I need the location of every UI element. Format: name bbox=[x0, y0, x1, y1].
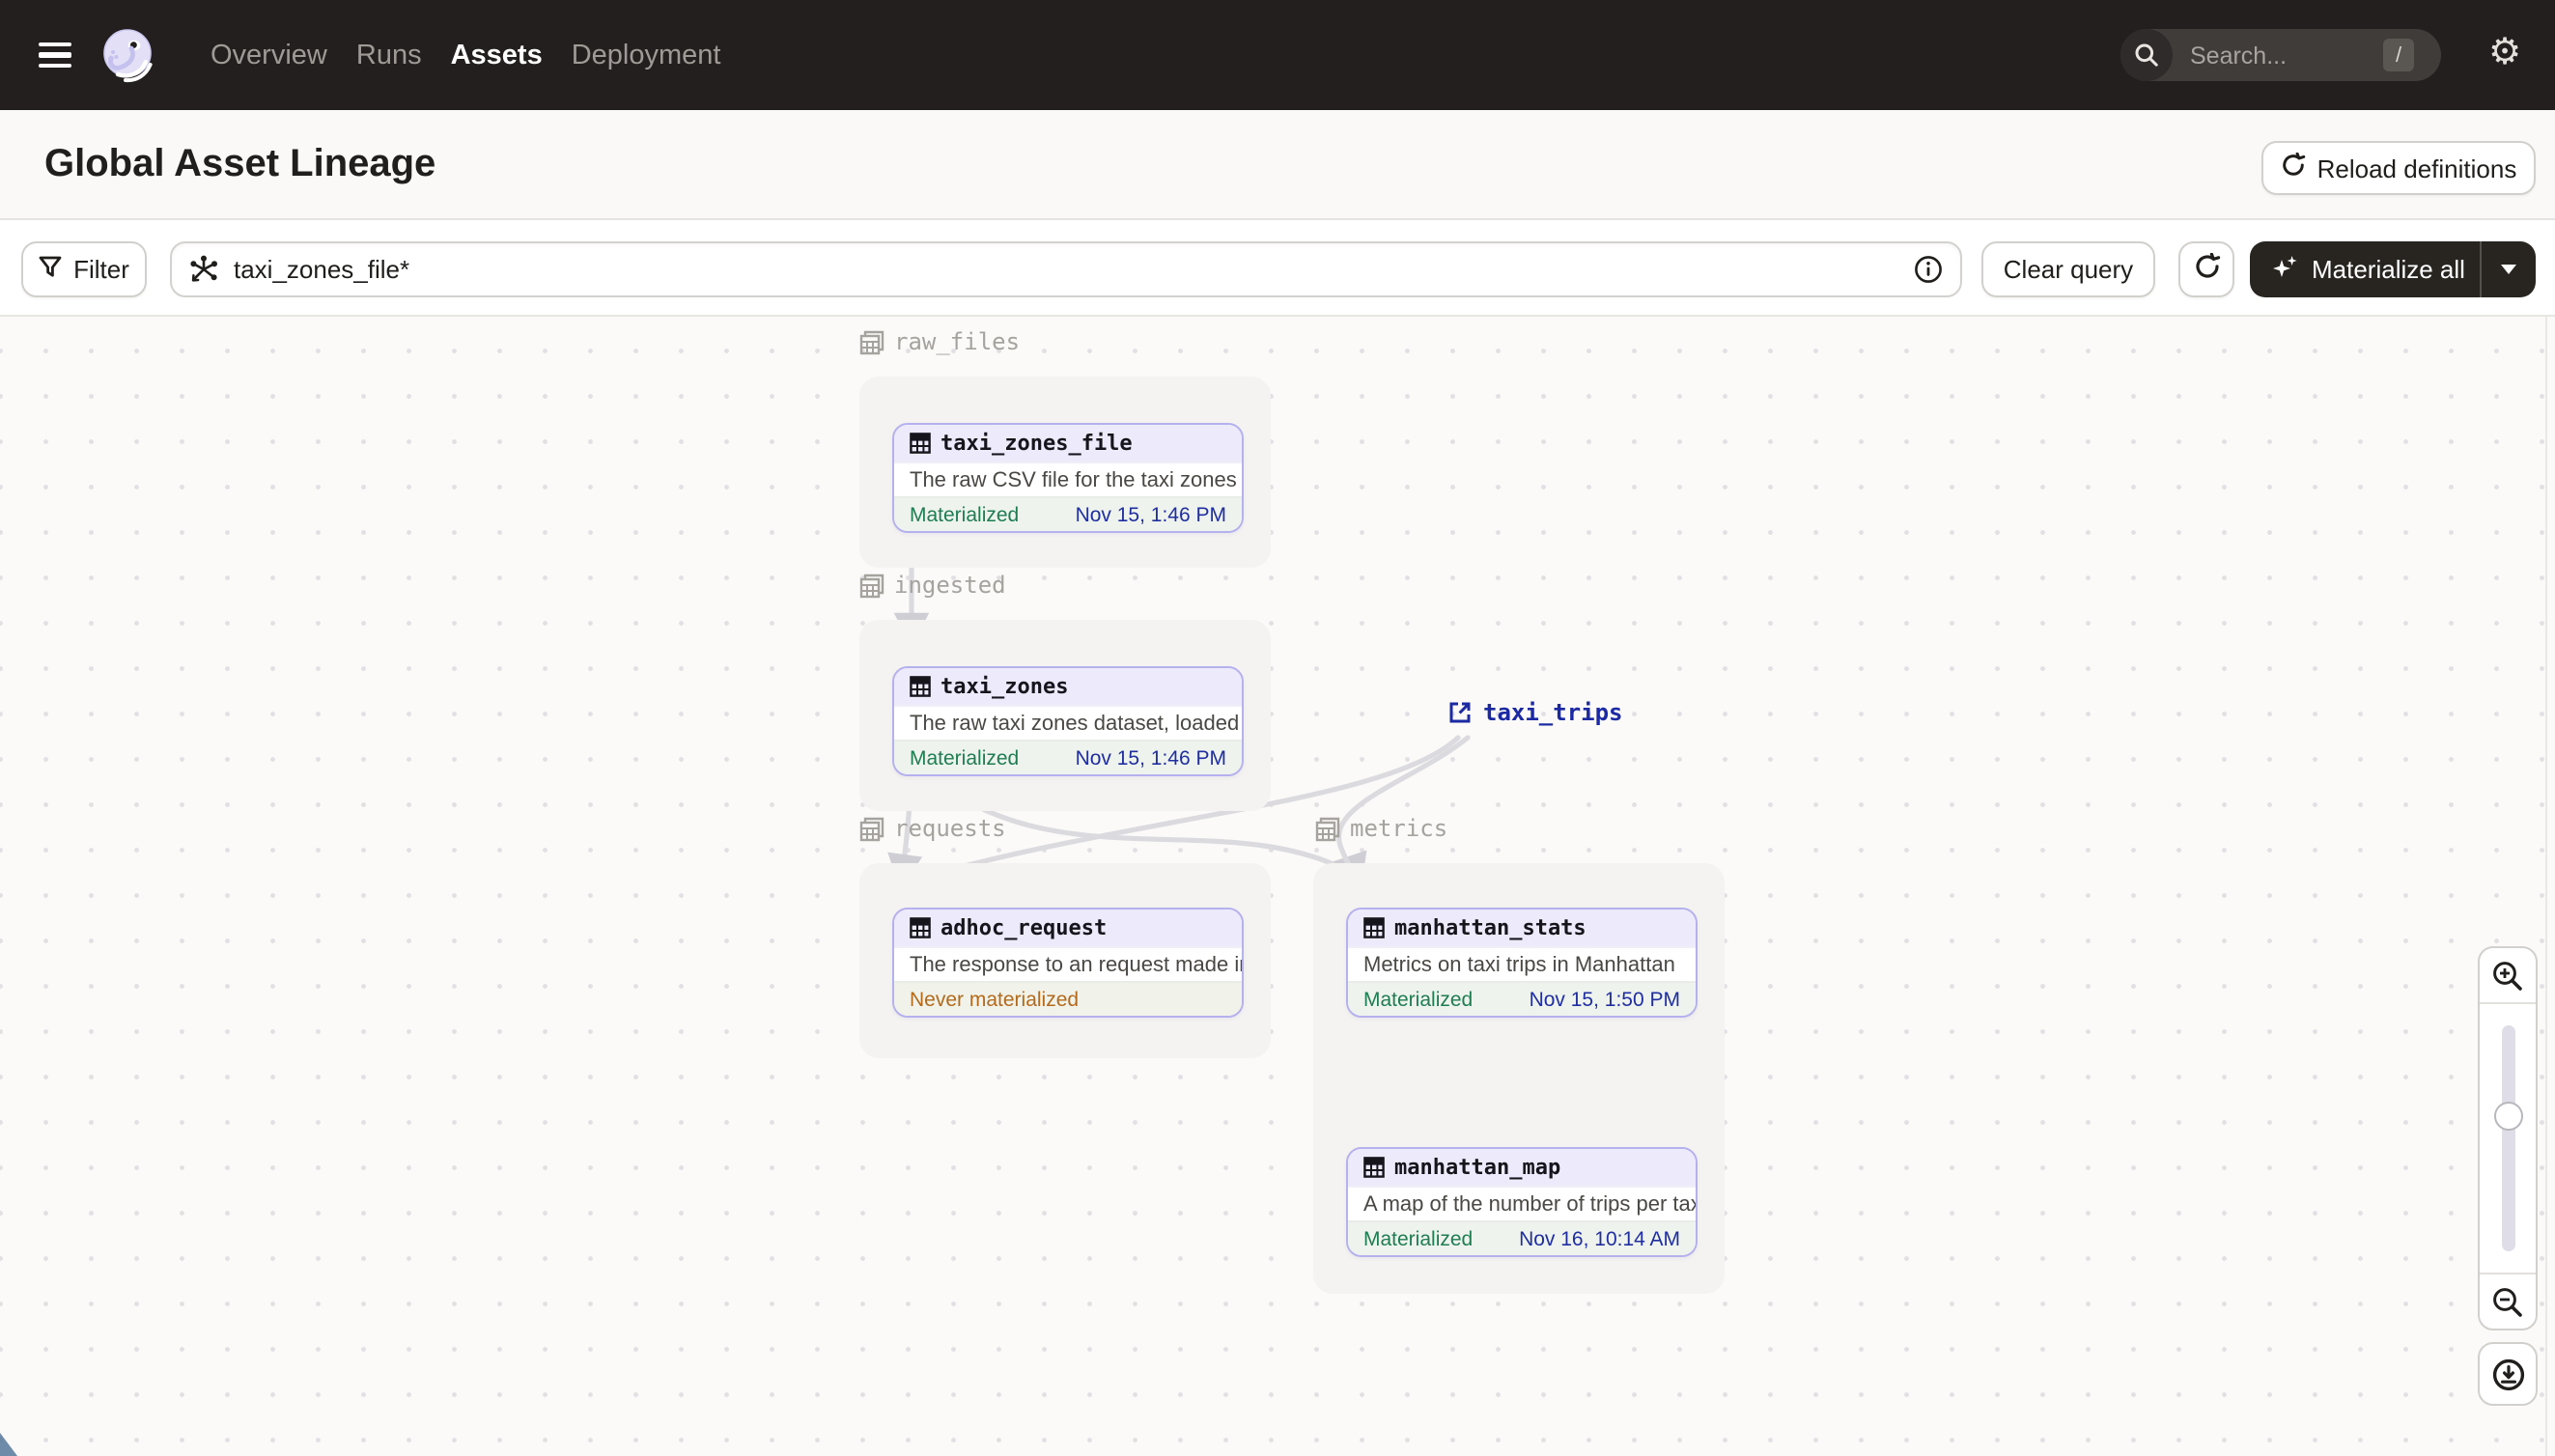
asset-node-manhattan-map[interactable]: manhattan_map A map of the number of tri… bbox=[1346, 1147, 1698, 1257]
table-icon bbox=[910, 433, 931, 454]
asset-query-input[interactable] bbox=[230, 253, 1914, 286]
dagster-app: Overview Runs Assets Deployment / ⚙ Glob… bbox=[0, 0, 2555, 1456]
download-image-button[interactable] bbox=[2478, 1342, 2538, 1406]
asset-name: adhoc_request bbox=[941, 915, 1108, 940]
edge-taxi-trips-to-manhattan-stats bbox=[1335, 735, 1471, 882]
lineage-canvas[interactable]: raw_files ingested requests metrics taxi… bbox=[0, 317, 2555, 1456]
reload-definitions-button[interactable]: Reload definitions bbox=[2261, 141, 2536, 195]
status-badge: Materialized bbox=[1363, 1227, 1474, 1250]
clear-query-button[interactable]: Clear query bbox=[1981, 241, 2155, 297]
asset-status-bar: Never materialized bbox=[894, 981, 1242, 1016]
search-input[interactable] bbox=[2186, 40, 2379, 70]
hamburger-menu-icon[interactable] bbox=[39, 42, 71, 68]
asset-status-bar: Materialized Nov 15, 1:46 PM bbox=[894, 740, 1242, 774]
table-icon bbox=[1363, 917, 1385, 938]
nav-link-overview[interactable]: Overview bbox=[211, 40, 327, 70]
search-shortcut-badge: / bbox=[2383, 39, 2414, 71]
materialization-timestamp: Nov 15, 1:46 PM bbox=[1075, 503, 1226, 526]
group-stack-icon bbox=[859, 816, 884, 841]
settings-gear-icon[interactable]: ⚙ bbox=[2484, 33, 2526, 75]
external-asset-taxi-trips[interactable]: taxi_trips bbox=[1448, 699, 1623, 726]
search-icon bbox=[2120, 29, 2173, 81]
asset-node-taxi-zones[interactable]: taxi_zones The raw taxi zones dataset, l… bbox=[892, 666, 1244, 776]
materialization-timestamp: Nov 15, 1:50 PM bbox=[1529, 988, 1680, 1011]
page-header: Global Asset Lineage Reload definitions bbox=[0, 110, 2555, 220]
zoom-slider-knob[interactable] bbox=[2493, 1102, 2522, 1132]
filter-button[interactable]: Filter bbox=[21, 241, 147, 297]
canvas-right-divider bbox=[2545, 317, 2547, 1456]
filter-funnel-icon bbox=[39, 255, 62, 284]
asset-status-bar: Materialized Nov 16, 10:14 AM bbox=[1348, 1220, 1696, 1255]
group-stack-icon bbox=[1315, 816, 1340, 841]
asset-node-taxi-zones-file[interactable]: taxi_zones_file The raw CSV file for the… bbox=[892, 423, 1244, 533]
group-label-raw-files[interactable]: raw_files bbox=[859, 328, 1020, 355]
nav-link-deployment[interactable]: Deployment bbox=[572, 40, 721, 70]
asset-description: Metrics on taxi trips in Manhattan bbox=[1348, 946, 1696, 981]
asset-name: taxi_zones bbox=[941, 674, 1069, 699]
external-link-icon bbox=[1449, 702, 1471, 723]
lineage-edges bbox=[887, 524, 1471, 1132]
nav-link-runs[interactable]: Runs bbox=[356, 40, 422, 70]
asset-description: The raw taxi zones dataset, loaded int..… bbox=[894, 705, 1242, 740]
reload-label: Reload definitions bbox=[2316, 154, 2517, 182]
top-nav-bar: Overview Runs Assets Deployment / ⚙ bbox=[0, 0, 2555, 110]
download-icon bbox=[2491, 1358, 2524, 1390]
nav-links: Overview Runs Assets Deployment bbox=[211, 0, 720, 110]
group-stack-icon bbox=[859, 329, 884, 354]
asset-status-bar: Materialized Nov 15, 1:46 PM bbox=[894, 496, 1242, 531]
refresh-icon bbox=[2193, 252, 2220, 286]
graph-query-icon bbox=[189, 255, 218, 284]
asset-description: The raw CSV file for the taxi zones dat.… bbox=[894, 462, 1242, 496]
materialize-all-main[interactable]: Materialize all bbox=[2250, 252, 2480, 287]
zoom-out-button[interactable] bbox=[2480, 1273, 2536, 1329]
page-title: Global Asset Lineage bbox=[44, 143, 436, 185]
asset-node-manhattan-stats[interactable]: manhattan_stats Metrics on taxi trips in… bbox=[1346, 908, 1698, 1018]
asset-name: manhattan_map bbox=[1394, 1155, 1561, 1180]
asset-query-field bbox=[170, 241, 1962, 297]
materialize-all-button[interactable]: Materialize all bbox=[2250, 241, 2536, 297]
zoom-in-icon bbox=[2493, 961, 2522, 990]
status-badge: Materialized bbox=[910, 503, 1020, 526]
zoom-slider[interactable] bbox=[2480, 1004, 2536, 1273]
zoom-slider-track[interactable] bbox=[2501, 1025, 2514, 1251]
lineage-toolbar: Filter taxi_zones_file* Clear query Mate… bbox=[0, 220, 2555, 317]
filter-label: Filter bbox=[73, 255, 129, 284]
nav-link-assets[interactable]: Assets bbox=[451, 40, 543, 70]
zoom-out-icon bbox=[2493, 1287, 2522, 1316]
asset-description: The response to an request made in th... bbox=[894, 946, 1242, 981]
table-icon bbox=[910, 676, 931, 697]
asset-name: taxi_zones_file bbox=[941, 431, 1133, 456]
materialize-dropdown-toggle[interactable] bbox=[2480, 241, 2536, 297]
asset-status-bar: Materialized Nov 15, 1:50 PM bbox=[1348, 981, 1696, 1016]
status-badge: Materialized bbox=[910, 746, 1020, 770]
table-icon bbox=[1363, 1157, 1385, 1178]
info-icon[interactable] bbox=[1914, 255, 1943, 284]
materialization-timestamp: Nov 16, 10:14 AM bbox=[1519, 1227, 1680, 1250]
group-label-ingested[interactable]: ingested bbox=[859, 572, 1006, 599]
offscreen-node-fragment bbox=[0, 1433, 17, 1456]
status-badge: Materialized bbox=[1363, 988, 1474, 1011]
dagster-logo[interactable] bbox=[100, 27, 156, 83]
zoom-in-button[interactable] bbox=[2480, 948, 2536, 1004]
clear-query-label: Clear query bbox=[2003, 255, 2134, 284]
refresh-button[interactable] bbox=[2178, 241, 2234, 297]
group-label-requests[interactable]: requests bbox=[859, 815, 1006, 842]
materialize-all-label: Materialize all bbox=[2312, 255, 2465, 284]
asset-description: A map of the number of trips per taxi z.… bbox=[1348, 1186, 1696, 1220]
group-label-metrics[interactable]: metrics bbox=[1315, 815, 1447, 842]
chevron-down-icon bbox=[2501, 265, 2516, 274]
group-stack-icon bbox=[859, 573, 884, 598]
asset-name: manhattan_stats bbox=[1394, 915, 1586, 940]
search-box[interactable]: / bbox=[2120, 29, 2441, 81]
materialization-timestamp: Nov 15, 1:46 PM bbox=[1075, 746, 1226, 770]
status-badge: Never materialized bbox=[910, 988, 1080, 1011]
reload-icon bbox=[2281, 152, 2306, 183]
zoom-panel bbox=[2478, 946, 2538, 1330]
asset-node-adhoc-request[interactable]: adhoc_request The response to an request… bbox=[892, 908, 1244, 1018]
table-icon bbox=[910, 917, 931, 938]
sparkle-icon bbox=[2271, 252, 2300, 287]
